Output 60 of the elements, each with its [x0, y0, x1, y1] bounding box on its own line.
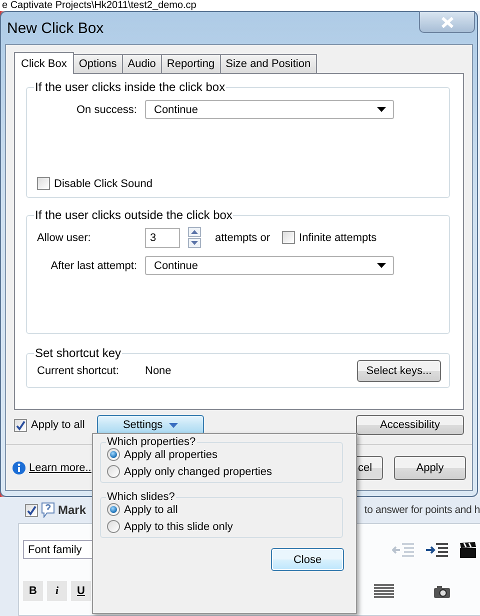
tab[interactable]: Audio — [122, 54, 162, 73]
camera-icon — [434, 584, 450, 598]
tab[interactable]: Size and Position — [220, 54, 317, 73]
indent-icon — [426, 542, 448, 558]
accessibility-button[interactable]: Accessibility — [356, 415, 464, 435]
checkbox[interactable] — [14, 418, 27, 432]
checkbox-label: Infinite attempts — [299, 232, 377, 244]
tab[interactable]: Reporting — [160, 54, 221, 73]
group-title: Which slides? — [106, 491, 176, 503]
radio-label: Apply only changed properties — [124, 466, 272, 478]
dropdown[interactable]: Continue — [145, 256, 394, 275]
shortcut-value: None — [145, 365, 172, 377]
number-field[interactable]: 3 — [145, 228, 180, 248]
checkbox[interactable] — [25, 504, 38, 516]
radio-label: Apply all properties — [124, 448, 218, 460]
radio-button[interactable] — [107, 520, 120, 533]
group-title: If the user clicks outside the click box — [34, 208, 234, 222]
attempts-label: attempts or — [215, 232, 270, 244]
checkbox[interactable] — [282, 231, 296, 244]
close-icon — [440, 16, 454, 28]
caret-icon — [168, 422, 178, 428]
radio-button[interactable] — [107, 503, 120, 516]
outdent-icon — [392, 542, 414, 558]
checkbox-label: Apply to all — [31, 419, 85, 431]
tab[interactable]: Options — [72, 54, 123, 73]
caret-icon — [377, 263, 386, 268]
field-label: On success: — [75, 104, 137, 116]
field-label: After last attempt: — [50, 260, 137, 272]
field-label: Allow user: — [37, 232, 92, 244]
underline-button[interactable]: U — [71, 581, 91, 601]
window-title: New Click Box — [7, 20, 104, 36]
radio-button[interactable] — [107, 448, 120, 461]
italic-button[interactable]: i — [47, 581, 67, 601]
tab[interactable]: Click Box — [14, 52, 74, 74]
radio-label: Apply to all — [124, 504, 178, 516]
document-path: e Captivate Projects\Hk2011\test2_demo.cp — [0, 0, 480, 11]
apply-button[interactable]: Apply — [394, 456, 466, 480]
question-bubble-icon — [41, 502, 55, 518]
bold-button[interactable]: B — [23, 581, 43, 601]
info-icon — [12, 460, 26, 474]
group-title: If the user clicks inside the click box — [34, 80, 226, 94]
caret-icon — [377, 107, 386, 112]
align-justify-icon — [374, 584, 394, 598]
checkbox-label: Disable Click Sound — [54, 178, 152, 190]
select-keys-button[interactable]: Select keys... — [357, 360, 441, 382]
learn-more-link[interactable]: Learn more.. — [29, 462, 92, 474]
group-title: Which properties? — [106, 436, 197, 448]
dropdown[interactable]: Continue — [145, 100, 394, 119]
close-button[interactable]: Close — [271, 548, 344, 571]
group-title: Set shortcut key — [34, 346, 122, 360]
checkbox[interactable] — [37, 177, 50, 190]
field-label: Current shortcut: — [37, 365, 120, 377]
spin-buttons-icon — [188, 227, 201, 248]
hint-text: to answer for points and h — [363, 504, 480, 516]
clapperboard-icon — [460, 542, 476, 558]
settings-button[interactable]: Settings — [96, 415, 204, 435]
close-button[interactable] — [419, 11, 475, 33]
mark-label: Mark — [58, 503, 86, 517]
radio-button[interactable] — [107, 465, 120, 478]
radio-label: Apply to this slide only — [124, 520, 233, 532]
